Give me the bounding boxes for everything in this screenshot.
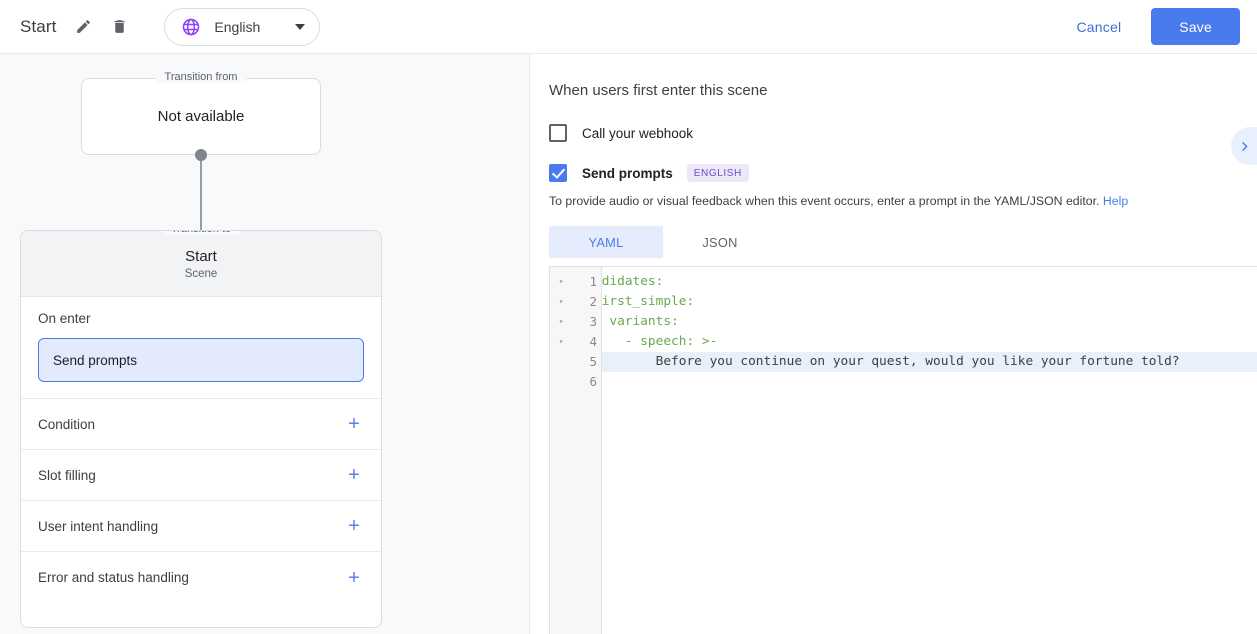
pencil-icon-glyph <box>77 20 90 33</box>
language-badge: ENGLISH <box>686 164 749 182</box>
row-slot-filling[interactable]: Slot filling + <box>21 450 381 501</box>
help-link[interactable]: Help <box>1103 194 1128 208</box>
editor-fold-gutter: ▾ ▾ ▾ ▾ <box>550 267 572 634</box>
on-enter-send-prompts-chip[interactable]: Send prompts <box>38 338 364 382</box>
transition-from-legend: Transition from <box>155 71 247 83</box>
panel-title: When users first enter this scene <box>549 82 768 99</box>
code-line-1[interactable]: ndidates: <box>602 272 1257 292</box>
send-prompts-row[interactable]: Send prompts ENGLISH <box>549 164 1257 182</box>
page-title: Start <box>20 16 57 36</box>
call-webhook-checkbox[interactable] <box>549 124 567 142</box>
chevron-right-icon[interactable] <box>1231 127 1257 165</box>
scene-name: Start <box>185 247 217 265</box>
fold-arrow-line-4[interactable]: ▾ <box>550 332 572 352</box>
add-slot-filling-icon[interactable]: + <box>344 465 364 485</box>
call-webhook-row[interactable]: Call your webhook <box>549 124 1257 142</box>
save-button[interactable]: Save <box>1151 8 1240 45</box>
top-toolbar: Start English Cancel Save <box>0 0 1257 54</box>
code-line-3[interactable]: variants: <box>602 312 1257 332</box>
code-line-2[interactable]: first_simple: <box>602 292 1257 312</box>
fold-arrow-line-1[interactable]: ▾ <box>550 272 572 292</box>
language-selector[interactable]: English <box>164 7 321 46</box>
panel-description: To provide audio or visual feedback when… <box>549 194 1257 208</box>
chevron-down-icon <box>295 23 306 30</box>
globe-icon <box>183 18 200 35</box>
line-number-2: 2 <box>589 294 597 309</box>
scene-type: Scene <box>184 267 218 280</box>
transition-to-card: Transition to Start Scene On enter Send … <box>20 230 382 628</box>
fold-arrow-line-6 <box>550 372 572 392</box>
row-user-intent-handling-label: User intent handling <box>38 518 159 534</box>
code-line-5[interactable]: Before you continue on your quest, would… <box>602 352 1257 372</box>
row-slot-filling-label: Slot filling <box>38 467 96 483</box>
chevron-right-icon-glyph <box>1241 141 1247 151</box>
cancel-button[interactable]: Cancel <box>1061 10 1138 44</box>
line-number-6: 6 <box>589 374 597 389</box>
pencil-icon[interactable] <box>68 12 98 42</box>
code-line-4[interactable]: - speech: >- <box>602 332 1257 352</box>
add-error-status-handling-icon[interactable]: + <box>344 568 364 588</box>
panel-description-text: To provide audio or visual feedback when… <box>549 194 1100 208</box>
fold-arrow-line-5 <box>550 352 572 372</box>
trash-icon[interactable] <box>104 12 134 42</box>
tab-yaml[interactable]: YAML <box>549 226 663 258</box>
row-error-status-handling[interactable]: Error and status handling + <box>21 552 381 603</box>
line-number-5: 5 <box>589 354 597 369</box>
transition-from-value: Not available <box>157 108 245 125</box>
editor-line-numbers: 1 2 3 4 5 6 <box>572 267 602 634</box>
send-prompts-checkbox[interactable] <box>549 164 567 182</box>
tab-json[interactable]: JSON <box>663 226 777 258</box>
add-condition-icon[interactable]: + <box>344 414 364 434</box>
row-condition[interactable]: Condition + <box>21 399 381 450</box>
transition-to-legend: Transition to <box>161 231 241 235</box>
scene-header: Start Scene <box>21 231 381 297</box>
line-number-3: 3 <box>589 314 597 329</box>
event-details-panel: When users first enter this scene Call y… <box>531 54 1257 634</box>
call-webhook-label: Call your webhook <box>582 125 694 141</box>
line-number-1: 1 <box>589 274 597 289</box>
toolbar-actions: Cancel Save <box>1061 8 1257 45</box>
add-user-intent-handling-icon[interactable]: + <box>344 516 364 536</box>
row-user-intent-handling[interactable]: User intent handling + <box>21 501 381 552</box>
line-number-4: 4 <box>589 334 597 349</box>
yaml-editor[interactable]: ▾ ▾ ▾ ▾ 1 2 3 4 5 6 ndidates: first_simp… <box>549 266 1257 634</box>
on-enter-section: On enter Send prompts <box>21 297 381 399</box>
fold-arrow-line-3[interactable]: ▾ <box>550 312 572 332</box>
code-line-6[interactable] <box>602 372 1257 392</box>
transition-panel: Transition from Not available Transition… <box>0 54 530 634</box>
trash-icon-glyph <box>114 20 125 33</box>
on-enter-title: On enter <box>38 311 91 326</box>
row-condition-label: Condition <box>38 416 96 432</box>
send-prompts-label: Send prompts <box>582 165 673 181</box>
transition-from-card: Transition from Not available <box>81 71 321 155</box>
row-error-status-handling-label: Error and status handling <box>38 570 189 585</box>
fold-arrow-line-2[interactable]: ▾ <box>550 292 572 312</box>
editor-format-tabs: YAML JSON <box>549 226 1257 258</box>
language-selector-label: English <box>214 18 261 35</box>
editor-code-area[interactable]: ndidates: first_simple: variants: - spee… <box>602 267 1257 634</box>
